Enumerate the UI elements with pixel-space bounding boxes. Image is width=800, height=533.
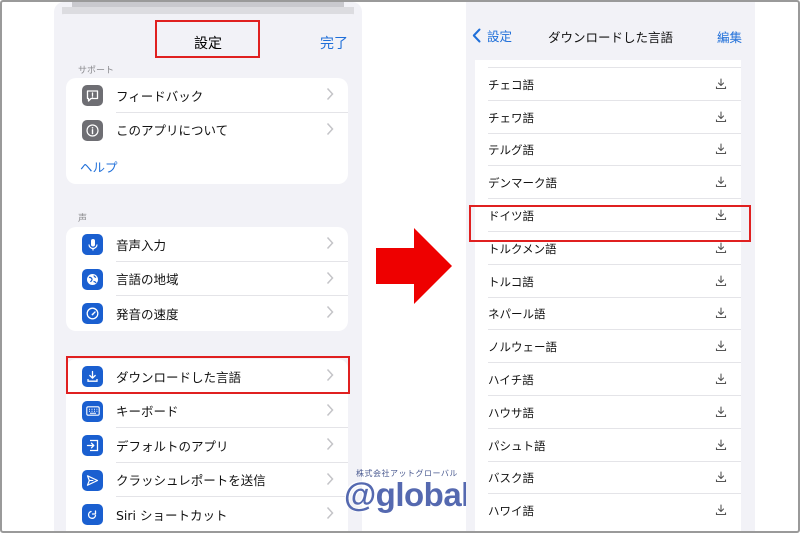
speech-rate-row[interactable]: 発音の速度 (66, 296, 348, 331)
about-app-label: このアプリについて (116, 123, 229, 139)
keyboard-icon (82, 400, 103, 422)
chevron-right-icon (326, 122, 334, 135)
keyboard-label: キーボード (116, 404, 179, 420)
voice-card: 音声入力 言語の地域 発音の速度 (66, 227, 348, 331)
language-name: ハウサ語 (488, 405, 534, 420)
download-icon[interactable] (715, 143, 727, 155)
siri-shortcuts-label: Siri ショートカット (116, 507, 228, 523)
language-region-row[interactable]: 言語の地域 (66, 262, 348, 296)
language-row[interactable]: デンマーク語 (475, 166, 741, 200)
chevron-right-icon (326, 236, 334, 250)
send-crash-report-row[interactable]: クラッシュレポートを送信 (66, 463, 348, 497)
chevron-right-icon (326, 472, 334, 485)
language-row[interactable]: チェコ語 (475, 68, 741, 101)
send-crash-report-label: クラッシュレポートを送信 (116, 473, 266, 489)
section-header-support: サポート (78, 66, 115, 76)
language-name: ハワイ語 (488, 504, 534, 519)
download-icon[interactable] (715, 307, 727, 319)
support-card: フィードバック このアプリについて ヘルプ (66, 78, 348, 184)
language-name: チェワ語 (488, 110, 534, 125)
language-name: テルグ語 (488, 143, 534, 158)
chevron-right-icon (326, 305, 334, 319)
languages-title: ダウンロードした言語 (547, 30, 673, 45)
language-row[interactable]: ハウサ語 (475, 396, 741, 429)
voice-input-row[interactable]: 音声入力 (66, 227, 348, 262)
download-icon[interactable] (715, 111, 727, 123)
language-row[interactable]: バスク語 (475, 461, 741, 495)
language-row[interactable]: パシュト語 (475, 429, 741, 462)
language-name: ノルウェー語 (488, 340, 557, 355)
microphone-icon (82, 234, 103, 255)
default-app-icon (82, 435, 103, 456)
downloaded-languages-screen: タミル語チェコ語チェワ語テルグ語デンマーク語ドイツ語トルクメン語トルコ語ネパール… (466, 2, 755, 531)
feedback-label: フィードバック (116, 88, 204, 104)
language-row[interactable]: ネパール語 (475, 297, 741, 331)
settings-sheet: 設定 完了 サポート フィードバック このアプリについて ヘルプ 声 音声入力 … (54, 14, 362, 531)
download-icon[interactable] (715, 340, 727, 352)
edit-button[interactable]: 編集 (717, 27, 742, 46)
keyboard-row[interactable]: キーボード (66, 394, 348, 428)
section-header-voice: 声 (78, 214, 88, 224)
language-row[interactable]: ハワイ語 (475, 494, 741, 527)
info-icon (82, 119, 103, 141)
done-button[interactable]: 完了 (320, 33, 348, 53)
feedback-row[interactable]: フィードバック (66, 78, 348, 113)
voice-input-label: 音声入力 (116, 237, 167, 253)
language-name: ハイチ語 (488, 373, 534, 387)
siri-shortcuts-row[interactable]: Siri ショートカット (66, 497, 348, 531)
chevron-right-icon (326, 506, 334, 520)
language-row[interactable]: チェワ語 (475, 101, 741, 134)
download-icon[interactable] (715, 78, 727, 90)
download-icon[interactable] (715, 275, 727, 287)
download-icon[interactable] (715, 504, 727, 516)
chevron-right-icon (326, 87, 334, 101)
right-arrow-icon (376, 228, 452, 304)
language-name: パシュト語 (488, 438, 546, 453)
download-icon[interactable] (715, 406, 727, 418)
download-icon[interactable] (715, 373, 727, 385)
default-app-row[interactable]: デフォルトのアプリ (66, 428, 348, 463)
watermark-brand: @global (344, 476, 470, 513)
shortcut-icon (82, 504, 103, 525)
language-name: トルコ語 (488, 274, 534, 289)
download-icon[interactable] (715, 439, 727, 451)
download-icon[interactable] (715, 176, 727, 188)
language-list: タミル語チェコ語チェワ語テルグ語デンマーク語ドイツ語トルクメン語トルコ語ネパール… (475, 42, 741, 531)
language-row[interactable]: ハイチ語 (475, 363, 741, 396)
language-name: チェコ語 (488, 77, 534, 92)
languages-nav-bar: 設定 ダウンロードした言語 編集 (466, 2, 755, 60)
language-row[interactable]: ノルウェー語 (475, 330, 741, 364)
language-row[interactable]: テルグ語 (475, 133, 741, 167)
about-app-row[interactable]: このアプリについて (66, 113, 348, 148)
speech-rate-label: 発音の速度 (116, 306, 179, 322)
language-name: デンマーク語 (488, 176, 557, 191)
downloaded-languages-highlight-box (66, 356, 350, 394)
default-app-label: デフォルトのアプリ (116, 438, 229, 454)
chevron-right-icon (326, 271, 334, 284)
speedometer-icon (82, 303, 103, 324)
language-name: バスク語 (488, 471, 534, 486)
language-name: ネパール語 (488, 307, 546, 322)
language-region-label: 言語の地域 (116, 272, 179, 288)
language-row[interactable]: トルコ語 (475, 265, 741, 298)
language-name: トルクメン語 (488, 241, 557, 256)
download-icon[interactable] (715, 242, 727, 254)
download-icon[interactable] (715, 471, 727, 483)
chevron-right-icon (326, 437, 334, 451)
settings-screen: 設定 完了 サポート フィードバック このアプリについて ヘルプ 声 音声入力 … (54, 2, 362, 531)
chevron-right-icon (326, 403, 334, 416)
title-highlight-box (155, 20, 260, 58)
feedback-icon (82, 85, 103, 106)
send-icon (82, 469, 103, 491)
globe-icon (82, 268, 103, 290)
help-link[interactable]: ヘルプ (80, 157, 118, 176)
german-highlight-box (469, 205, 751, 242)
